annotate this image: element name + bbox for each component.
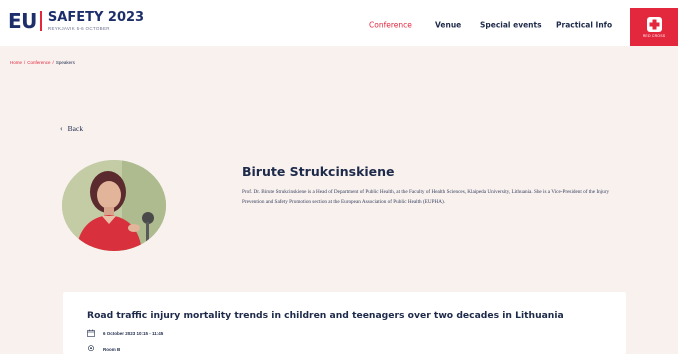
logo-eu: EU [8,9,37,33]
breadcrumb-home[interactable]: Home [10,60,22,65]
nav-venue[interactable]: Venue [435,21,461,30]
session-room: Room B [103,346,121,352]
session-room-row: Room B [87,345,120,353]
speaker-bio: Prof. Dr. Birute Strukcinskiene is a Hea… [242,189,610,205]
chevron-left-icon: ‹ [60,124,63,133]
speaker-portrait [62,160,166,251]
nav-conference[interactable]: Conference [369,21,412,30]
session-datetime: 6 October 2023 10:15 - 11:45 [103,330,164,336]
breadcrumb-conference[interactable]: Conference [27,60,50,65]
nav-practical-info[interactable]: Practical Info [556,21,612,30]
partner-label: RED CROSS [642,33,666,38]
logo-text: SAFETY 2023 REYKJAVIK 5-6 OCTOBER [48,11,144,31]
site-header: EU SAFETY 2023 REYKJAVIK 5-6 OCTOBER Con… [0,0,678,46]
breadcrumb-separator: / [24,60,26,65]
breadcrumb-separator: / [52,60,54,65]
logo-subtitle: REYKJAVIK 5-6 OCTOBER [47,26,110,31]
site-logo[interactable]: EU SAFETY 2023 REYKJAVIK 5-6 OCTOBER [8,11,144,31]
partner-logo[interactable]: RED CROSS [630,8,678,46]
breadcrumb-speakers: Speakers [55,60,75,65]
red-cross-icon [646,16,662,32]
session-card[interactable]: Road traffic injury mortality trends in … [63,292,626,354]
breadcrumb: Home / Conference / Speakers [10,60,75,65]
logo-title: SAFETY 2023 [47,10,145,25]
speaker-name: Birute Strukcinskiene [242,164,395,179]
back-link[interactable]: ‹ Back [60,124,83,133]
speaker-photo [62,160,166,251]
logo-divider [39,11,42,31]
location-pin-icon [88,345,94,352]
session-title[interactable]: Road traffic injury mortality trends in … [87,310,564,321]
calendar-icon [87,329,95,337]
back-label: Back [67,124,84,133]
nav-special-events[interactable]: Special events [480,21,542,30]
session-datetime-row: 6 October 2023 10:15 - 11:45 [87,329,163,337]
